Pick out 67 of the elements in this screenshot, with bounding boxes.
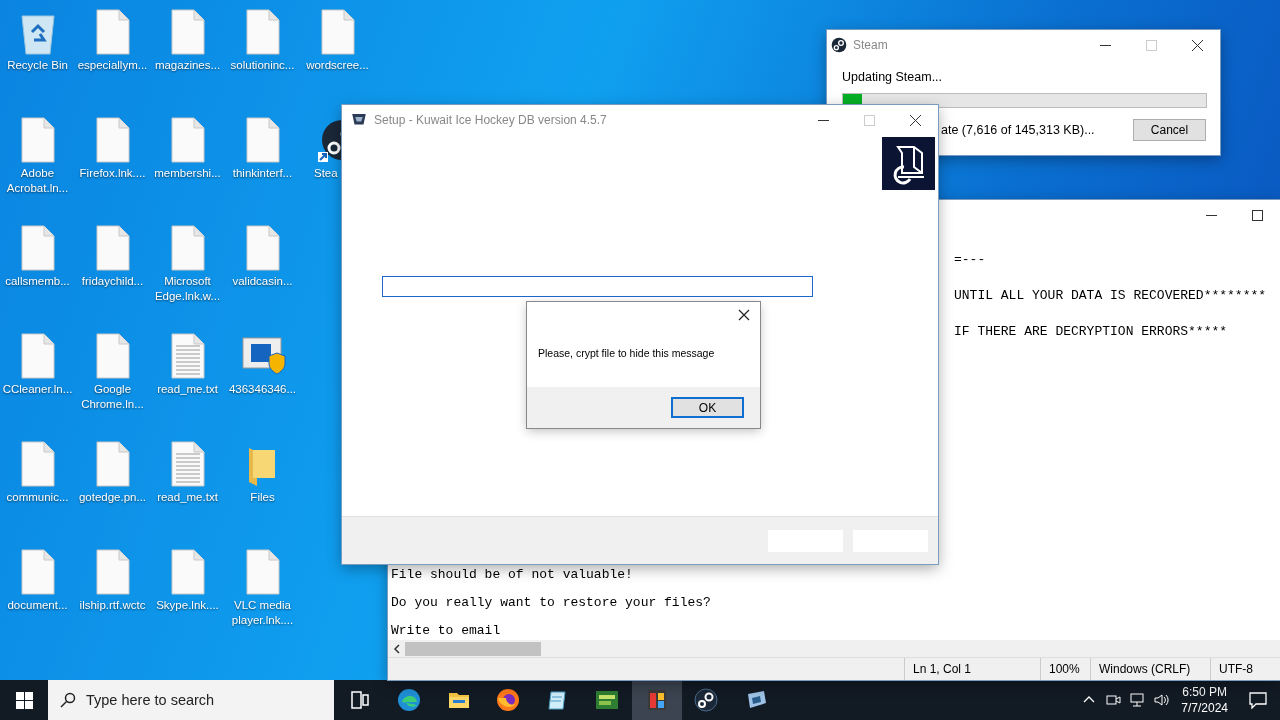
icon-label[interactable]: especiallym... [75, 58, 150, 73]
firefox-icon [497, 689, 520, 711]
icon-label[interactable]: thinkinterf... [225, 166, 300, 181]
status-heading: Updating Steam... [842, 70, 944, 84]
edge-icon [398, 689, 421, 711]
icon-label[interactable]: Skype.lnk.... [150, 598, 225, 613]
computer-icon [882, 137, 935, 190]
icon-label[interactable]: Adobe Acrobat.ln... [0, 166, 75, 196]
taskbar-app[interactable] [632, 680, 682, 720]
text-line: Write to email [391, 622, 502, 640]
installer-icon [747, 691, 766, 708]
maximize-icon [1145, 39, 1157, 51]
status-text: Windows (CRLF) [1090, 658, 1210, 680]
ok-button[interactable]: OK [671, 397, 744, 418]
clock[interactable]: 6:50 PM 7/7/2024 [1173, 684, 1236, 716]
cancel-button[interactable]: Cancel [1133, 119, 1206, 141]
text-line: Do you really want to restore your files? [391, 594, 712, 612]
maximize-icon [1251, 209, 1263, 221]
icon-label[interactable]: Microsoft Edge.lnk.w... [150, 274, 225, 304]
icon-label[interactable]: gotedge.pn... [75, 490, 150, 505]
search-icon [60, 692, 76, 708]
status-text: 100% [1040, 658, 1090, 680]
text-line: IF THERE ARE DECRYPTION ERRORS***** [953, 323, 1229, 341]
status-text: UTF-8 [1210, 658, 1280, 680]
notepad-icon [548, 691, 566, 710]
icon-label[interactable]: Recycle Bin [0, 58, 75, 73]
icon-label[interactable]: read_me.txt [150, 382, 225, 397]
icon-label[interactable]: Firefox.lnk.... [75, 166, 150, 181]
horizontal-scrollbar[interactable] [388, 640, 1280, 657]
icon-label[interactable]: VLC media player.lnk.... [225, 598, 300, 628]
game-icon [596, 691, 619, 709]
status-text: Ln 1, Col 1 [904, 658, 1040, 680]
icon-label[interactable]: callsmemb... [0, 274, 75, 289]
text-line: =--- [953, 251, 987, 269]
input-field[interactable] [382, 276, 813, 297]
icon-label[interactable]: validcasin... [225, 274, 300, 289]
window-title: Setup - Kuwait Ice Hockey DB version 4.5.7 [374, 113, 608, 127]
icon-label[interactable]: read_me.txt [150, 490, 225, 505]
icon-label[interactable]: solutioninc... [225, 58, 300, 73]
icon-label[interactable]: ilship.rtf.wctc [75, 598, 150, 613]
text-line: UNTIL ALL YOUR DATA IS RECOVERED******** [953, 287, 1268, 305]
progress-text: ate (7,616 of 145,313 KB)... [940, 123, 1096, 137]
icon-label[interactable]: Google Chrome.ln... [75, 382, 150, 412]
windows-logo-icon [15, 691, 33, 709]
steam-icon [831, 37, 847, 53]
icon-label[interactable]: CCleaner.ln... [0, 382, 75, 397]
close-icon [738, 309, 750, 321]
close-icon [1191, 39, 1203, 51]
task-view-icon [351, 691, 369, 709]
icon-label[interactable]: communic... [0, 490, 75, 505]
folder-icon [448, 693, 469, 708]
icon-label[interactable]: magazines... [150, 58, 225, 73]
steam-icon [694, 688, 718, 712]
icon-label[interactable]: Stea [314, 166, 338, 181]
maximize-icon [863, 114, 875, 126]
window-icon [647, 690, 666, 710]
icon-label[interactable]: wordscree... [300, 58, 375, 73]
message-text: Please, crypt file to hide this message [538, 347, 716, 359]
icon-label[interactable]: Files [225, 490, 300, 505]
icon-label[interactable]: membershi... [150, 166, 225, 181]
icon-label[interactable]: 436346346... [225, 382, 300, 397]
text-line: File should be of not valuable! [391, 566, 634, 584]
icon-label[interactable]: document... [0, 598, 75, 613]
close-icon [909, 114, 921, 126]
icon-label[interactable]: fridaychild... [75, 274, 150, 289]
window-title: Steam [853, 38, 889, 52]
search-field[interactable]: Type here to search [48, 680, 334, 720]
